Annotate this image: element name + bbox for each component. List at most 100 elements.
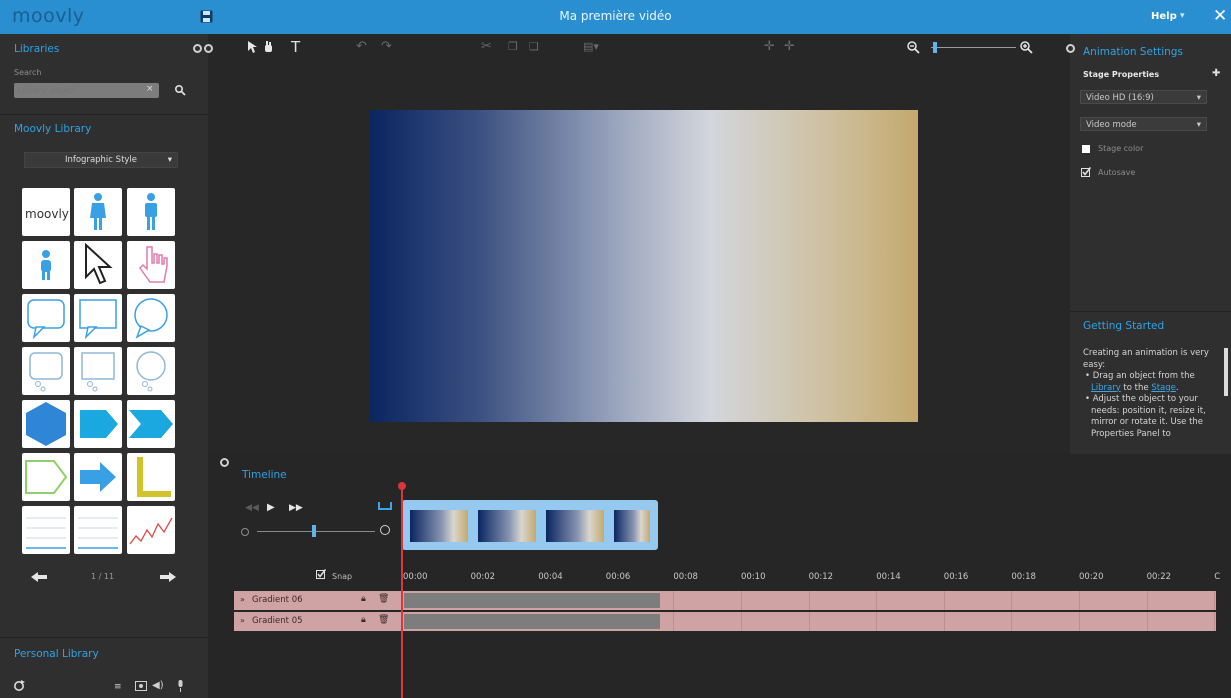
- hexagon-shape[interactable]: [22, 400, 70, 448]
- lock-icon[interactable]: 🔒︎: [361, 594, 366, 604]
- line-chart-shape[interactable]: [127, 506, 175, 554]
- arrow-right-shape[interactable]: [74, 453, 122, 501]
- speed-slow-icon[interactable]: [241, 528, 249, 536]
- step-text: Drag an object from the: [1092, 371, 1195, 381]
- getting-started-scrollbar[interactable]: [1224, 348, 1228, 396]
- timeline-settings-icon[interactable]: [220, 458, 229, 467]
- microphone-icon[interactable]: [177, 680, 184, 695]
- logo-text: moovly: [25, 207, 69, 221]
- search-icon[interactable]: [174, 84, 186, 99]
- undo-icon[interactable]: ↶: [356, 39, 367, 54]
- fast-forward-icon[interactable]: ▶▶: [289, 503, 303, 513]
- person-female-icon[interactable]: [74, 188, 122, 236]
- track-gridline: [943, 591, 945, 610]
- libraries-settings-icon[interactable]: [193, 44, 202, 53]
- stage-properties-label: Stage Properties: [1083, 70, 1160, 79]
- child-icon[interactable]: [22, 241, 70, 289]
- library-link[interactable]: Library: [1091, 383, 1121, 393]
- close-icon[interactable]: ✕: [1213, 6, 1227, 26]
- timeline-tick-label: 00:08: [673, 572, 698, 582]
- stage-color-checkbox[interactable]: [1082, 145, 1090, 153]
- arrow-cursor-icon[interactable]: [74, 241, 122, 289]
- loop-icon[interactable]: [378, 502, 392, 510]
- track-name[interactable]: Gradient 06: [252, 595, 303, 605]
- video-format-select[interactable]: Video HD (16:9) ▾: [1080, 90, 1207, 104]
- lock-icon[interactable]: 🔒︎: [361, 615, 366, 625]
- copy-icon[interactable]: ❐: [508, 40, 518, 53]
- image-filter-icon[interactable]: [135, 681, 147, 694]
- speed-slider-handle[interactable]: [312, 525, 316, 537]
- flip-horizontal-icon[interactable]: ✛: [764, 39, 775, 54]
- library-style-select[interactable]: Infographic Style ▾: [24, 152, 178, 168]
- clear-search-icon[interactable]: ×: [146, 84, 154, 94]
- chevron-down-icon: ▾: [1196, 120, 1201, 130]
- next-page-icon[interactable]: [160, 572, 176, 585]
- speech-bubble-rounded-icon[interactable]: [22, 294, 70, 342]
- snap-checkbox[interactable]: [316, 569, 327, 582]
- help-menu[interactable]: Help: [1151, 11, 1177, 22]
- align-icon[interactable]: ▤▾: [583, 40, 599, 53]
- list-view-icon[interactable]: ≡: [114, 682, 122, 692]
- project-title[interactable]: Ma première vidéo: [0, 9, 1231, 23]
- chevron-shape[interactable]: [127, 400, 175, 448]
- stage-canvas[interactable]: [370, 110, 918, 422]
- preview-frame: [614, 510, 650, 542]
- stage-link[interactable]: Stage: [1151, 383, 1176, 393]
- settings-panel-icon[interactable]: [1066, 44, 1075, 53]
- cut-icon[interactable]: ✂: [481, 39, 492, 54]
- hand-tool-icon[interactable]: [264, 41, 273, 57]
- track-clip-bar[interactable]: [404, 614, 660, 629]
- thought-bubble-rounded-icon[interactable]: [22, 347, 70, 395]
- stage-settings-icon[interactable]: [204, 44, 213, 53]
- playhead[interactable]: [401, 486, 403, 698]
- timeline-tick-label: 00:00: [403, 572, 428, 582]
- refresh-icon[interactable]: [13, 680, 25, 695]
- text-tool-icon[interactable]: T: [291, 38, 300, 56]
- clock-icon[interactable]: [380, 525, 390, 535]
- speech-bubble-round-icon[interactable]: [127, 294, 175, 342]
- moovly-logo[interactable]: moovly: [22, 188, 70, 236]
- preview-frame: [478, 510, 536, 542]
- lined-paper-shape[interactable]: [22, 506, 70, 554]
- audio-filter-icon[interactable]: ◀): [152, 680, 164, 691]
- paste-icon[interactable]: ❏: [529, 40, 539, 53]
- playhead-handle[interactable]: [398, 482, 406, 490]
- lined-paper-shape[interactable]: [74, 506, 122, 554]
- trash-icon[interactable]: 🗑︎: [378, 594, 389, 604]
- redo-icon[interactable]: ↷: [381, 39, 392, 54]
- flip-vertical-icon[interactable]: ✛: [784, 39, 795, 54]
- previous-page-icon[interactable]: [31, 572, 47, 585]
- trash-icon[interactable]: 🗑︎: [378, 615, 389, 625]
- speed-slider-track[interactable]: [257, 531, 375, 532]
- person-male-icon[interactable]: [127, 188, 175, 236]
- hand-cursor-icon[interactable]: [127, 241, 175, 289]
- zoom-slider-track[interactable]: [931, 47, 1016, 48]
- pin-icon[interactable]: ✚: [1212, 68, 1220, 79]
- select-tool-icon[interactable]: [248, 41, 257, 57]
- zoom-out-icon[interactable]: [907, 41, 920, 57]
- library-search-input[interactable]: [14, 83, 159, 98]
- thought-bubble-square-icon[interactable]: [74, 347, 122, 395]
- play-icon[interactable]: ▶: [267, 502, 275, 513]
- arrow-tag-shape[interactable]: [74, 400, 122, 448]
- libraries-header: Libraries: [14, 43, 60, 55]
- track-name[interactable]: Gradient 05: [252, 616, 303, 626]
- track-clip-bar[interactable]: [404, 593, 660, 608]
- help-dropdown-icon[interactable]: ▾: [1180, 11, 1185, 21]
- zoom-slider-handle[interactable]: [933, 42, 937, 53]
- zoom-in-icon[interactable]: [1020, 41, 1033, 57]
- track-expand-icon[interactable]: »: [240, 595, 245, 604]
- track-gridline: [876, 591, 878, 610]
- rewind-icon[interactable]: ◀◀: [245, 503, 259, 513]
- track-expand-icon[interactable]: »: [240, 616, 245, 625]
- moovly-library-header: Moovly Library: [14, 123, 92, 135]
- thought-bubble-round-icon[interactable]: [127, 347, 175, 395]
- video-mode-select[interactable]: Video mode ▾: [1080, 117, 1207, 131]
- corner-l-shape[interactable]: [127, 453, 175, 501]
- pentagon-outline-shape[interactable]: [22, 453, 70, 501]
- autosave-checkbox[interactable]: [1081, 167, 1092, 180]
- speech-bubble-square-icon[interactable]: [74, 294, 122, 342]
- search-label: Search: [14, 68, 42, 77]
- track-gridline: [741, 612, 742, 631]
- step-text: to the: [1120, 382, 1152, 393]
